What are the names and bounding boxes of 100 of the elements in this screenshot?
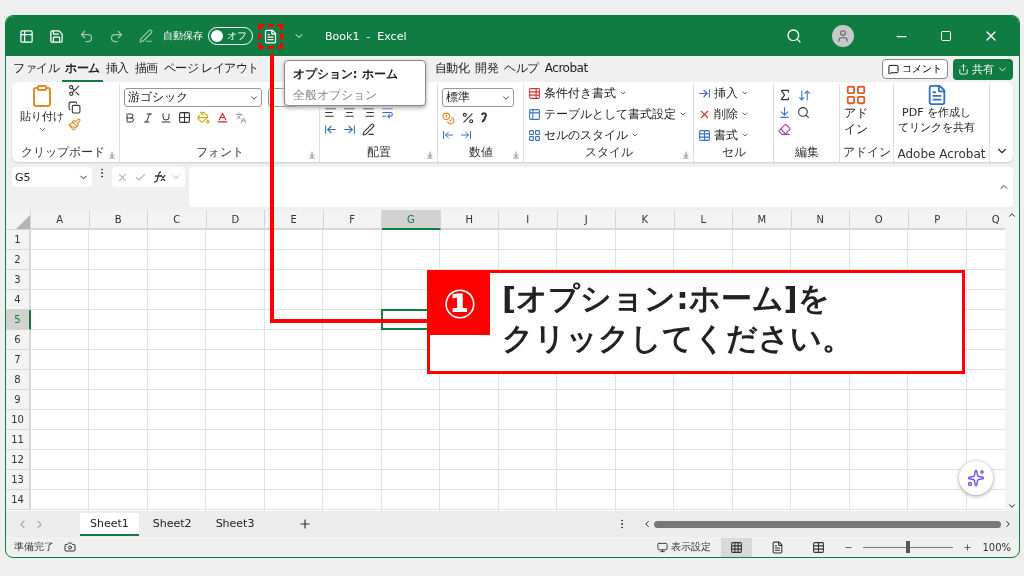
sheet-tab[interactable]: Sheet3: [205, 512, 265, 536]
column-header[interactable]: D: [206, 210, 265, 230]
ribbon-tab[interactable]: 自動化: [431, 56, 473, 82]
sheet-tab[interactable]: Sheet1: [80, 512, 139, 536]
column-header[interactable]: I: [499, 210, 558, 230]
sheet-tab[interactable]: Sheet2: [142, 512, 202, 536]
format-painter-icon[interactable]: [68, 118, 81, 131]
column-header[interactable]: O: [850, 210, 909, 230]
caret-icon[interactable]: [741, 89, 749, 97]
share-button[interactable]: 共有: [953, 58, 1013, 80]
launcher-icon[interactable]: [426, 151, 434, 159]
caret-icon[interactable]: [741, 110, 749, 118]
search-icon[interactable]: [797, 106, 810, 119]
row-header[interactable]: 9: [6, 390, 31, 410]
borders-icon[interactable]: [178, 111, 191, 124]
row-header[interactable]: 5: [6, 310, 31, 330]
addins-button[interactable]: アドイン: [844, 84, 868, 144]
copy-icon[interactable]: [68, 101, 81, 114]
launcher-icon[interactable]: [512, 151, 520, 159]
camera-icon[interactable]: [64, 541, 76, 553]
scroll-right-icon[interactable]: [1003, 519, 1013, 529]
ribbon-tab[interactable]: Acrobat: [541, 58, 591, 80]
zoom-thumb[interactable]: [906, 541, 911, 553]
comment-button[interactable]: コメント: [882, 59, 948, 79]
column-header[interactable]: G: [382, 210, 441, 230]
caret-icon[interactable]: [619, 89, 627, 97]
column-header[interactable]: K: [616, 210, 675, 230]
ribbon-tab[interactable]: ヘルプ: [501, 56, 542, 82]
copilot-button[interactable]: [959, 461, 993, 495]
row-header[interactable]: 13: [6, 470, 31, 490]
row-header[interactable]: 12: [6, 450, 31, 470]
ribbon-tab[interactable]: 描画: [131, 56, 161, 82]
indent-increase-icon[interactable]: [343, 123, 356, 136]
row-header[interactable]: 14: [6, 490, 31, 510]
horizontal-scrollbar[interactable]: [642, 518, 1013, 530]
row-header[interactable]: 8: [6, 370, 31, 390]
formula-input[interactable]: [189, 167, 1013, 207]
italic-icon[interactable]: [142, 111, 154, 124]
paste-button[interactable]: 貼り付け: [20, 84, 64, 144]
column-header[interactable]: M: [733, 210, 792, 230]
align-left-icon[interactable]: [324, 106, 337, 119]
fill-icon[interactable]: [778, 106, 791, 119]
cell-menu-button[interactable]: 書式: [698, 127, 749, 143]
display-settings-button[interactable]: 表示設定: [657, 540, 712, 554]
ribbon-tab[interactable]: ページ レイアウト: [160, 56, 262, 82]
cut-icon[interactable]: [68, 84, 81, 97]
decimal-increase-icon[interactable]: [442, 129, 454, 141]
ribbon-tab[interactable]: ファイル: [10, 56, 62, 82]
row-header[interactable]: 7: [6, 350, 31, 370]
eraser-icon[interactable]: [778, 123, 791, 136]
cell-menu-button[interactable]: 削除: [698, 106, 749, 122]
row-header[interactable]: 3: [6, 270, 31, 290]
caret-icon[interactable]: [741, 131, 749, 139]
column-header[interactable]: A: [31, 210, 90, 230]
avatar-icon[interactable]: [832, 25, 854, 47]
font-name-field[interactable]: 游ゴシック: [124, 88, 262, 107]
cell-menu-button[interactable]: 挿入: [698, 85, 749, 101]
column-header[interactable]: L: [674, 210, 733, 230]
column-header[interactable]: J: [557, 210, 616, 230]
caret-icon[interactable]: [631, 131, 639, 139]
launcher-icon[interactable]: [308, 151, 316, 159]
function-icon[interactable]: [152, 171, 166, 183]
row-header[interactable]: 11: [6, 430, 31, 450]
phonetic-icon[interactable]: [235, 111, 247, 124]
column-header[interactable]: E: [265, 210, 324, 230]
align-center-icon[interactable]: [343, 106, 356, 119]
decimal-decrease-icon[interactable]: [460, 129, 472, 141]
view-button[interactable]: [721, 537, 753, 557]
ribbon-tab[interactable]: 挿入: [102, 56, 132, 82]
row-header[interactable]: 1: [6, 230, 31, 250]
align-right-icon[interactable]: [362, 106, 375, 119]
comma-icon[interactable]: [481, 112, 487, 124]
column-header[interactable]: N: [791, 210, 850, 230]
vertical-scrollbar[interactable]: [1005, 210, 1019, 511]
number-format-field[interactable]: 標準: [442, 88, 514, 107]
row-header[interactable]: 4: [6, 290, 31, 310]
column-header[interactable]: B: [89, 210, 148, 230]
underline-icon[interactable]: [160, 111, 172, 124]
create-pdf-button[interactable]: PDF を作成し てリンクを共有: [898, 84, 975, 147]
scroll-down-icon[interactable]: [1007, 501, 1017, 511]
zoom-in-icon[interactable]: [963, 542, 973, 552]
percent-icon[interactable]: [461, 111, 475, 125]
launcher-icon[interactable]: [682, 151, 690, 159]
sort-filter-icon[interactable]: [798, 88, 811, 102]
wrap-text-icon[interactable]: [381, 106, 394, 119]
font-color-icon[interactable]: [216, 111, 229, 124]
bold-icon[interactable]: [124, 111, 136, 124]
name-box[interactable]: G5: [12, 167, 92, 187]
row-header[interactable]: 10: [6, 410, 31, 430]
currency-icon[interactable]: [442, 111, 455, 125]
style-menu-button[interactable]: テーブルとして書式設定: [528, 106, 687, 122]
add-sheet-icon[interactable]: [298, 517, 313, 531]
style-menu-button[interactable]: 条件付き書式: [528, 85, 687, 101]
indent-decrease-icon[interactable]: [324, 123, 337, 136]
scroll-up-icon[interactable]: [1007, 210, 1017, 220]
options-icon[interactable]: [258, 23, 283, 49]
fill-color-icon[interactable]: [197, 111, 210, 124]
row-header[interactable]: 2: [6, 250, 31, 270]
launcher-icon[interactable]: [108, 151, 116, 159]
column-header[interactable]: C: [148, 210, 207, 230]
